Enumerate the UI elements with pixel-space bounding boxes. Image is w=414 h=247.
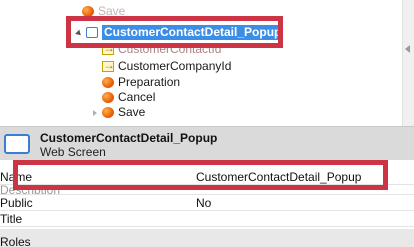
tree-item-label: Save (98, 4, 126, 18)
tree-item-label: CustomerContactId (118, 42, 222, 56)
property-row-roles[interactable]: Roles (0, 229, 414, 247)
expand-arrow-icon[interactable] (75, 29, 83, 38)
property-row-public[interactable]: Public No (0, 196, 414, 211)
properties-header: CustomerContactDetail_Popup Web Screen (0, 126, 414, 160)
screen-icon (86, 27, 98, 38)
element-tree[interactable]: Save CustomerContactDetail_Popup Custome… (0, 0, 414, 126)
property-row-description[interactable]: Description (0, 185, 414, 195)
orange-dot-icon (102, 107, 114, 118)
tree-item-label: Save (118, 105, 146, 119)
property-row-title[interactable]: Title (0, 212, 414, 227)
property-value-input[interactable]: CustomerContactDetail_Popup (196, 170, 361, 185)
property-value-select[interactable]: No (196, 196, 211, 211)
property-label: Roles (0, 235, 31, 247)
properties-grid: Name CustomerContactDetail_Popup Descrip… (0, 160, 414, 247)
scroll-left-arrow-icon[interactable] (405, 45, 410, 53)
orange-dot-icon (82, 6, 94, 17)
header-title: CustomerContactDetail_Popup (40, 131, 218, 145)
parameter-icon (102, 58, 115, 73)
screen-icon (4, 134, 30, 154)
tree-item-label: Cancel (118, 90, 156, 104)
parameter-icon (102, 41, 115, 56)
property-row-name[interactable]: Name CustomerContactDetail_Popup (0, 170, 414, 185)
tree-scrollbar[interactable] (402, 0, 414, 126)
tree-item-label: Preparation (118, 75, 181, 89)
tree-item-label-selected: CustomerContactDetail_Popup (102, 25, 284, 40)
orange-dot-icon (102, 77, 114, 88)
property-label: Public (0, 196, 33, 210)
header-subtitle: Web Screen (40, 145, 106, 159)
orange-dot-icon (102, 92, 114, 103)
tree-item-label: CustomerCompanyId (118, 59, 232, 73)
property-label: Title (0, 212, 23, 226)
property-label: Name (0, 170, 33, 184)
collapse-arrow-icon[interactable] (93, 110, 97, 116)
property-label: Description (0, 185, 61, 195)
screen: Save CustomerContactDetail_Popup Custome… (0, 0, 414, 247)
